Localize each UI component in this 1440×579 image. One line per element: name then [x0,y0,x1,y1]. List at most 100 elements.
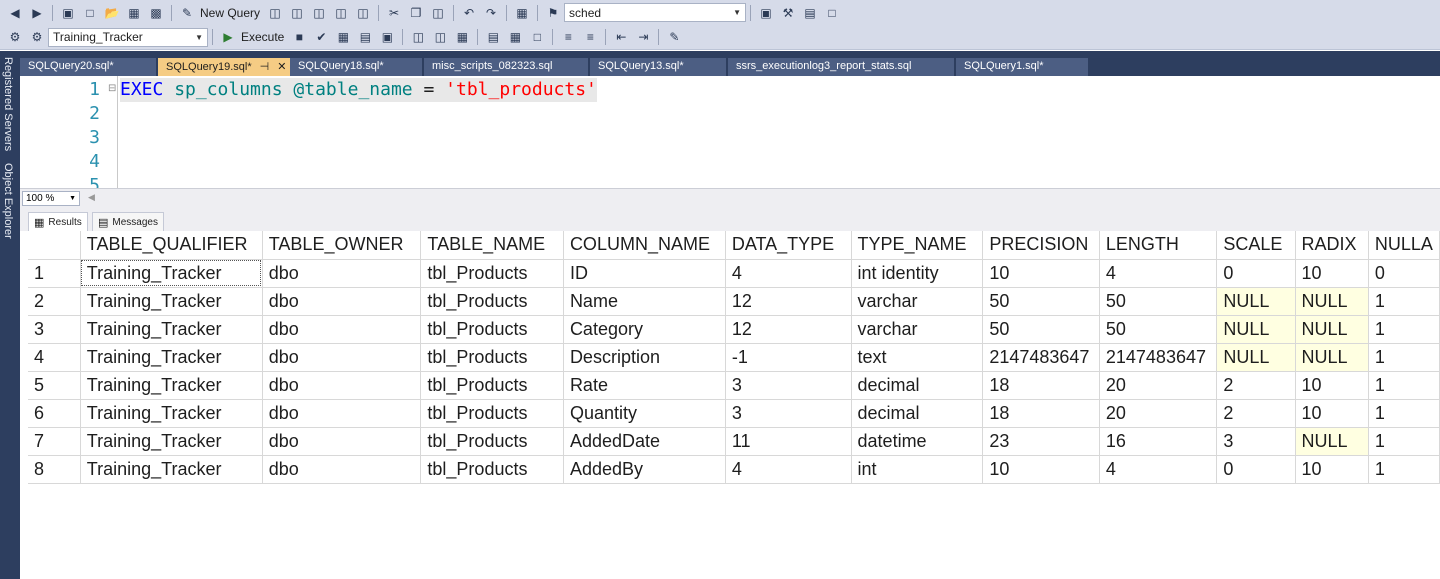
results-to-file-icon[interactable]: □ [529,29,545,45]
table-cell[interactable]: 12 [725,287,852,316]
table-cell[interactable]: dbo [262,371,422,400]
available-databases-combo[interactable]: Training_Tracker ▼ [48,27,208,47]
zoom-combo[interactable]: 100 % ▼ [22,191,80,206]
table-cell[interactable]: dbo [262,455,422,484]
table-cell[interactable]: 50 [1099,287,1218,316]
horizontal-scrollbar[interactable]: ◀ [88,192,1428,205]
row-number-cell[interactable]: 6 [28,399,81,428]
table-cell[interactable]: 10 [1295,371,1369,400]
row-number-cell[interactable]: 2 [28,287,81,316]
table-cell[interactable]: Training_Tracker [80,259,263,288]
uncomment-icon[interactable]: ≡ [582,29,598,45]
editor-line-4[interactable]: 4 [20,150,1440,174]
table-cell[interactable]: tbl_Products [420,371,564,400]
row-number-cell[interactable]: 8 [28,455,81,484]
comment-out-icon[interactable]: ≡ [560,29,576,45]
table-cell[interactable]: Training_Tracker [80,427,263,456]
table-row[interactable]: 3 Training_Tracker dbo tbl_Products Category… [28,315,1440,344]
table-cell[interactable]: tbl_Products [420,315,564,344]
table-cell[interactable]: tbl_Products [420,455,564,484]
table-cell[interactable]: Training_Tracker [80,343,263,372]
table-cell[interactable]: 50 [1099,315,1218,344]
results-grid[interactable]: TABLE_QUALIFIER TABLE_OWNER TABLE_NAME C… [28,231,1440,579]
add-item-icon[interactable]: □ [82,5,98,21]
table-cell[interactable]: 50 [982,287,1100,316]
table-cell[interactable]: 18 [982,371,1100,400]
table-cell[interactable]: NULL [1216,343,1296,372]
table-cell[interactable]: 1 [1368,455,1440,484]
execute-icon[interactable]: ▶ [220,29,236,45]
editor-line-1[interactable]: 1 EXEC sp_columns @table_name = 'tbl_pro… [20,78,1440,102]
tab-sqlquery20[interactable]: SQLQuery20.sql* [20,58,156,76]
table-cell[interactable]: 23 [982,427,1100,456]
tab-ssrs-executionlog3[interactable]: ssrs_executionlog3_report_stats.sql [728,58,954,76]
table-cell[interactable]: NULL [1295,343,1369,372]
column-header[interactable]: LENGTH [1099,231,1218,260]
table-cell[interactable]: NULL [1295,315,1369,344]
specify-template-values-icon[interactable]: ✎ [666,29,682,45]
decrease-indent-icon[interactable]: ⇤ [613,29,629,45]
analysis-dmx-query-icon[interactable]: ◫ [311,5,327,21]
tab-sqlquery13[interactable]: SQLQuery13.sql* [590,58,726,76]
editor-line-3[interactable]: 3 [20,126,1440,150]
table-cell[interactable]: Rate [563,371,726,400]
table-cell[interactable]: tbl_Products [420,287,564,316]
column-header[interactable]: DATA_TYPE [725,231,852,260]
row-number-cell[interactable]: 4 [28,343,81,372]
table-cell[interactable]: decimal [851,399,984,428]
table-row[interactable]: 2 Training_Tracker dbo tbl_Products Name 12 va… [28,287,1440,316]
table-cell[interactable]: 2 [1216,399,1296,428]
table-cell[interactable]: Training_Tracker [80,455,263,484]
table-cell[interactable]: 10 [982,455,1100,484]
new-query-icon[interactable]: ✎ [179,5,195,21]
table-cell[interactable]: 10 [1295,399,1369,428]
table-cell[interactable]: 3 [725,371,852,400]
column-header[interactable]: COLUMN_NAME [563,231,726,260]
row-number-header[interactable] [28,231,81,260]
table-cell[interactable]: Training_Tracker [80,287,263,316]
table-cell[interactable]: dbo [262,399,422,428]
table-cell[interactable]: 10 [1295,259,1369,288]
change-connection-icon[interactable]: ⚙ [29,29,45,45]
tab-results[interactable]: ▦ Results [28,212,88,231]
properties-window-icon[interactable]: ▣ [758,5,774,21]
table-cell[interactable]: dbo [262,315,422,344]
cancel-query-icon[interactable]: ■ [291,29,307,45]
table-cell[interactable]: 1 [1368,427,1440,456]
table-row[interactable]: 1 Training_Tracker dbo tbl_Products ID 4 int i… [28,259,1440,288]
column-header[interactable]: PRECISION [982,231,1100,260]
connect-icon[interactable]: ⚙ [7,29,23,45]
execute-button[interactable]: Execute [241,30,284,44]
table-cell[interactable]: 4 [1099,259,1218,288]
table-cell[interactable]: 2147483647 [1099,343,1218,372]
table-cell[interactable]: Category [563,315,726,344]
increase-indent-icon[interactable]: ⇥ [635,29,651,45]
tab-sqlquery19[interactable]: SQLQuery19.sql* ⊣ ✕ [158,58,290,76]
table-cell[interactable]: 20 [1099,399,1218,428]
table-cell[interactable]: 0 [1368,259,1440,288]
tab-messages[interactable]: ▤ Messages [92,212,164,231]
column-header[interactable]: TYPE_NAME [851,231,984,260]
tab-misc-scripts[interactable]: misc_scripts_082323.sql [424,58,588,76]
table-row[interactable]: 6 Training_Tracker dbo tbl_Products Quantity… [28,399,1440,428]
registered-servers-tab[interactable]: Registered Servers [2,57,14,151]
table-cell[interactable]: 2 [1216,371,1296,400]
table-cell[interactable]: datetime [851,427,984,456]
table-cell[interactable]: 4 [1099,455,1218,484]
row-number-cell[interactable]: 3 [28,315,81,344]
results-to-text-icon[interactable]: ▤ [485,29,501,45]
results-to-grid-icon[interactable]: ▦ [507,29,523,45]
save-all-icon[interactable]: ▩ [148,5,164,21]
table-cell[interactable]: 1 [1368,399,1440,428]
table-cell[interactable]: 0 [1216,259,1296,288]
table-cell[interactable]: 12 [725,315,852,344]
save-icon[interactable]: ▦ [126,5,142,21]
include-actual-plan-icon[interactable]: ◫ [410,29,426,45]
table-cell[interactable]: AddedDate [563,427,726,456]
table-cell[interactable]: 1 [1368,343,1440,372]
table-cell[interactable]: decimal [851,371,984,400]
table-cell[interactable]: dbo [262,427,422,456]
table-cell[interactable]: text [851,343,984,372]
table-cell[interactable]: 0 [1216,455,1296,484]
editor-line-5[interactable]: 5 [20,174,1440,188]
